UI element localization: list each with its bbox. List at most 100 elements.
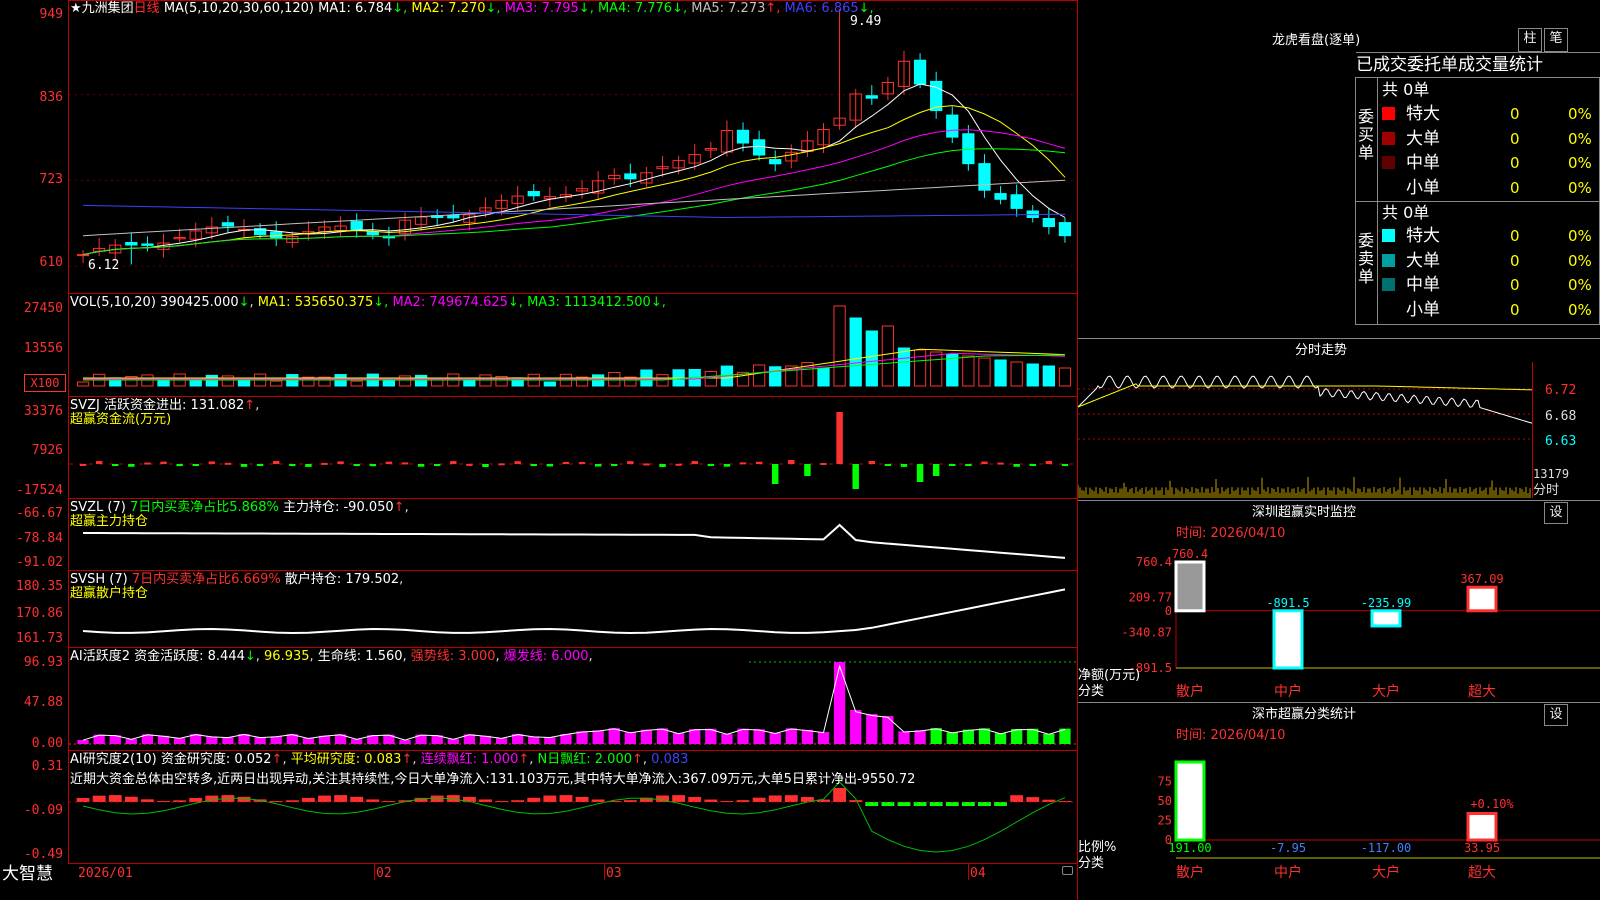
buy-row[interactable]: 小单 0 0% [1378,176,1600,200]
buy-row[interactable]: 大单 0 0% [1378,127,1600,151]
svzj-bar [852,464,859,489]
sz-monitor-bar-label: -891.5 [1266,596,1309,610]
sell-pct: 0% [1568,227,1592,245]
buy-pct: 0% [1568,105,1592,123]
buy-orders-label: 委买单 [1358,107,1375,162]
svzj-bar [482,464,489,467]
svzj-bar [900,464,908,467]
svzj-bar [514,461,521,464]
svzj-bar [305,464,312,467]
candle-body [350,221,363,230]
svzj-bar [997,462,1004,465]
sz-category-category: 大户 [1372,864,1400,881]
svsh-value: 散户持仓: 179.502 [284,572,400,587]
sz-monitor-chart[interactable]: 760.4209.770-340.87-891.5760.4散户-891.5中户… [1078,540,1600,702]
vol-ma-2: MA2: 749674.625 [392,295,508,310]
svzj-bar [192,464,199,466]
tab-volume-stats[interactable]: 成交量统计 [1458,55,1543,75]
sell-row[interactable]: 特大 0 0% [1378,224,1600,248]
svsh-line [82,588,1066,635]
vol-ma5-line [83,348,1066,379]
volume-bar [398,375,412,387]
tick-view-button[interactable]: 笔 [1544,28,1568,52]
main-axis-949: 949 [39,7,63,22]
svzj-bar [691,461,698,464]
ai-active-bar [206,736,218,744]
svzl-value: 主力持仓: -90.050 [282,500,394,515]
svzj-bar [112,464,119,466]
svzj-bar [79,464,87,466]
volume-bar [76,381,90,387]
intraday-vol-label: 13179 [1533,467,1570,481]
stock-name[interactable]: ★九洲集团 [70,1,134,16]
chart-period[interactable]: 日线 [134,1,160,16]
ai-active-bar [608,728,620,744]
ai-research-up-arrow: ↑ [271,752,283,767]
vol-ma-3: MA3: 1113412.500 [527,295,651,310]
candle-body [769,159,782,165]
svzj-bar [321,462,328,465]
ai-research-chart[interactable] [69,751,1077,863]
ai-research-bar [575,796,589,802]
svzl-axis-bottom: -91.02 [16,555,63,570]
buy-count: 0 [1510,154,1520,172]
ma-value-3: MA3: 7.795 [504,1,579,16]
bar-view-button[interactable]: 柱 [1518,28,1542,52]
svzj-bar [739,462,747,465]
buy-color-swatch [1382,131,1395,145]
main-chart-header: ★九洲集团日线 MA(5,10,20,30,60,120) MA1: 6.784… [70,1,874,16]
volume-bar [350,380,363,387]
volume-bar [543,381,556,387]
svzj-axis-bottom: -17524 [16,483,63,498]
buy-row[interactable]: 特大 0 0% [1378,102,1600,126]
ai-research-bar [350,796,364,802]
sz-monitor-bar [1272,609,1304,670]
app-logo[interactable]: 大智慧 [2,864,53,884]
svzj-bar [1061,464,1069,466]
sz-category-value: -117.00 [1361,841,1412,855]
svsh-axis-mid: 170.86 [16,606,63,621]
sell-orders-label: 委卖单 [1358,231,1375,286]
ai-research-v5: 0.083 [651,752,689,767]
sz-category-chart[interactable]: 7550250191.00散户-7.95中户-117.00大户33.95超大+0… [1078,742,1600,900]
ai-research-bar [92,795,106,802]
sell-row[interactable]: 中单 0 0% [1378,273,1600,297]
svzj-bar [240,464,248,467]
svzl-header: SVZL (7) 7日内买卖净占比5.868% 主力持仓: -90.050↑, [70,500,409,515]
sz-category-settings-button[interactable]: 设 [1544,704,1568,726]
candlestick-chart[interactable] [69,1,1077,293]
tab-filled[interactable]: 已成交 [1356,55,1407,75]
sell-row[interactable]: 小单 0 0% [1378,298,1600,322]
tab-orders[interactable]: 委托单 [1407,55,1458,75]
dragon-tiger-title: 龙虎看盘(逐单) [1272,33,1361,48]
main-axis-610: 610 [39,255,63,270]
intraday-chart[interactable] [1078,362,1532,498]
sell-pct: 0% [1568,276,1592,294]
sell-row[interactable]: 大单 0 0% [1378,249,1600,273]
volume-bar [833,305,846,387]
svzj-bar [611,464,618,466]
svzj-bar [160,461,167,464]
sz-category-value: 191.00 [1168,841,1211,855]
lock-icon[interactable] [1062,866,1073,875]
ai-active-bar [222,737,234,744]
vol-ma-1: MA1: 535650.375 [257,295,374,310]
svzj-bar [627,461,634,464]
ai-active-v3: 生命线: 1.560 [317,649,403,664]
svzj-bar [433,464,441,466]
svzj-subtitle: 超赢资金流(万元) [70,412,172,427]
svzj-bar [675,463,682,466]
ai-active-bar [576,731,588,744]
buy-row[interactable]: 中单 0 0% [1378,151,1600,175]
vol-unit-badge[interactable]: X100 [24,374,66,392]
ai-active-bar [833,662,846,744]
svzj-header: SVZJ 活跃资金进出: 131.082↑, [70,398,260,413]
volume-bar [769,366,782,387]
candle-body [1010,194,1023,209]
volume-bar [704,370,717,387]
ai-active-v5: 爆发线: 6.000 [503,649,589,664]
sz-monitor-settings-button[interactable]: 设 [1544,502,1568,524]
sz-category-xlabel: 分类 [1078,856,1105,871]
intraday-axis-high: 6.72 [1545,383,1577,398]
sz-category-pct-label: +0.10% [1470,797,1514,811]
